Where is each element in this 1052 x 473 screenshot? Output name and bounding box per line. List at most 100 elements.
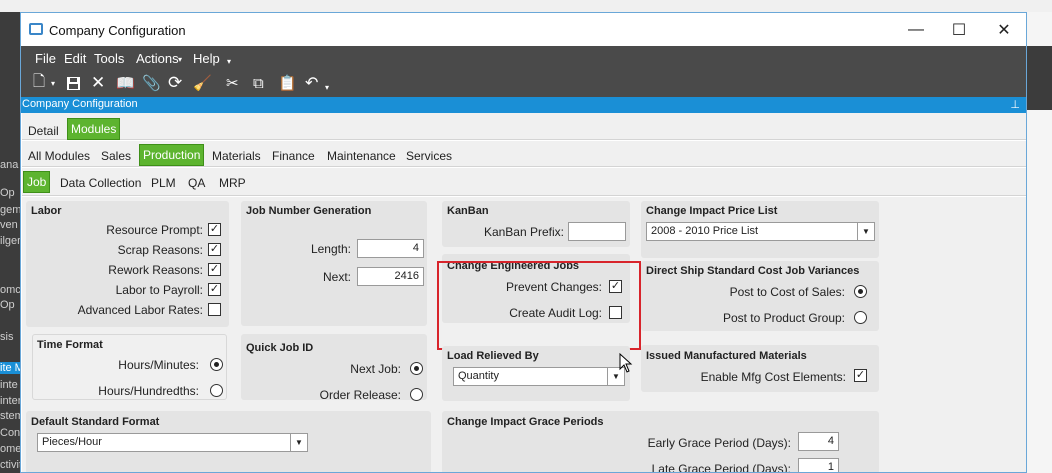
early-grace-period-label: Early Grace Period (Days): (647, 436, 791, 450)
tab-plm[interactable]: PLM (151, 176, 176, 190)
cut-icon[interactable]: ✂ (226, 74, 239, 92)
menu-edit[interactable]: Edit (64, 51, 86, 66)
time-format-title: Time Format (37, 339, 103, 351)
menu-help[interactable]: Help (193, 51, 220, 66)
default-standard-format-group: Default Standard Format Pieces/Hour ▼ (26, 411, 431, 472)
price-list-select[interactable]: 2008 - 2010 Price List ▼ (646, 222, 875, 241)
undo-dropdown-icon[interactable]: ▾ (325, 78, 329, 96)
bg-text: ana (0, 159, 19, 171)
tab-finance[interactable]: Finance (272, 149, 315, 163)
kanban-prefix-input[interactable] (568, 222, 626, 241)
quick-job-id-title: Quick Job ID (246, 342, 314, 354)
labor-group: Labor Resource Prompt: ✓ Scrap Reasons: … (26, 201, 229, 327)
early-grace-period-input[interactable]: 4 (798, 432, 839, 451)
load-relieved-by-group: Load Relieved By Quantity ▼ (442, 346, 630, 401)
length-label: Length: (310, 242, 351, 256)
grace-periods-group: Change Impact Grace Periods Early Grace … (442, 411, 879, 473)
bg-text: Op (0, 299, 15, 311)
quick-job-id-group: Quick Job ID Next Job: Order Release: (241, 334, 427, 402)
tab-materials[interactable]: Materials (212, 149, 261, 163)
paste-icon[interactable]: 📋 (278, 74, 297, 92)
top-tab-row: Detail Modules (22, 113, 1026, 140)
rework-reasons-checkbox[interactable]: ✓ (208, 263, 221, 276)
window-titlebar[interactable]: Company Configuration — ☐ ✕ (21, 13, 1026, 46)
time-format-group: Time Format Hours/Minutes: Hours/Hundred… (32, 334, 227, 400)
kanban-title: KanBan (447, 205, 489, 217)
bg-text: gem (0, 204, 20, 216)
menu-file[interactable]: File (35, 51, 56, 66)
resource-prompt-checkbox[interactable]: ✓ (208, 223, 221, 236)
bg-text: ilger (0, 235, 20, 247)
menu-help-caret-icon: ▾ (227, 57, 232, 66)
minimize-button[interactable]: — (896, 17, 936, 43)
late-grace-period-input[interactable]: 1 (798, 458, 839, 472)
labor-title: Labor (31, 205, 62, 217)
maximize-button[interactable]: ☐ (939, 17, 979, 43)
menu-actions[interactable]: Actions (136, 51, 179, 66)
late-grace-period-label: Late Grace Period (Days): (651, 462, 791, 473)
tab-production[interactable]: Production (139, 144, 205, 166)
book-icon[interactable]: 📖 (116, 74, 135, 92)
new-dropdown-icon[interactable]: ▾ (51, 74, 55, 92)
hours-minutes-radio[interactable] (210, 358, 223, 371)
tab-modules[interactable]: Modules (67, 118, 121, 140)
tab-mrp[interactable]: MRP (219, 176, 246, 190)
labor-to-payroll-checkbox[interactable]: ✓ (208, 283, 221, 296)
hours-hundredths-label: Hours/Hundredths: (98, 384, 199, 398)
load-relieved-by-select[interactable]: Quantity ▼ (453, 367, 625, 386)
post-to-product-group-label: Post to Product Group: (722, 311, 845, 325)
job-settings-panel: Labor Resource Prompt: ✓ Scrap Reasons: … (22, 197, 1026, 473)
pin-icon[interactable]: ⊥ (1010, 98, 1020, 111)
copy-icon[interactable]: ⧉ (253, 74, 264, 92)
modules-tab-row: All Modules Sales Production Materials F… (22, 141, 1026, 167)
grace-periods-title: Change Impact Grace Periods (447, 416, 604, 428)
next-label: Next: (322, 270, 351, 284)
default-standard-format-select[interactable]: Pieces/Hour ▼ (37, 433, 308, 452)
highlight-box (437, 261, 641, 350)
bg-text: omc (0, 284, 20, 296)
post-to-cost-of-sales-radio[interactable] (854, 285, 867, 298)
direct-ship-variances-title: Direct Ship Standard Cost Job Variances (646, 265, 860, 277)
menu-tools[interactable]: Tools (94, 51, 124, 66)
clear-icon[interactable]: 🧹 (193, 74, 212, 92)
undo-icon[interactable]: ↶ (305, 74, 318, 92)
tab-detail[interactable]: Detail (28, 124, 59, 138)
tab-sales[interactable]: Sales (101, 149, 131, 163)
attach-icon[interactable]: 📎 (142, 74, 161, 92)
save-icon[interactable] (66, 74, 81, 92)
next-input[interactable]: 2416 (357, 267, 424, 286)
tab-job[interactable]: Job (23, 171, 51, 193)
load-relieved-by-title: Load Relieved By (447, 350, 539, 362)
tab-services[interactable]: Services (406, 149, 452, 163)
tab-qa[interactable]: QA (188, 176, 205, 190)
order-release-radio[interactable] (410, 388, 423, 401)
delete-icon[interactable]: ✕ (91, 73, 105, 92)
hours-hundredths-radio[interactable] (210, 384, 223, 397)
production-tab-row: Job Data Collection PLM QA MRP (22, 168, 1026, 196)
close-button[interactable]: ✕ (984, 17, 1024, 43)
issued-manufactured-materials-group: Issued Manufactured Materials Enable Mfg… (641, 345, 879, 392)
scrap-reasons-checkbox[interactable]: ✓ (208, 243, 221, 256)
next-job-radio[interactable] (410, 362, 423, 375)
bg-text: stem (0, 410, 20, 422)
price-list-value: 2008 - 2010 Price List (651, 225, 759, 237)
order-release-label: Order Release: (319, 388, 401, 402)
menu-actions-caret-icon: ▾ (178, 55, 183, 64)
rework-reasons-label: Rework Reasons: (108, 263, 203, 277)
tab-data-collection[interactable]: Data Collection (60, 176, 141, 190)
post-to-product-group-radio[interactable] (854, 311, 867, 324)
length-input[interactable]: 4 (357, 239, 424, 258)
chevron-down-icon[interactable]: ▼ (857, 223, 874, 240)
bg-text: Op (0, 187, 15, 199)
bg-text-selected: ite M (0, 362, 20, 374)
app-icon (29, 23, 43, 35)
background-app-sidebar: ana Op gem ven ilger omc Op sis ite M in… (0, 12, 20, 473)
tab-maintenance[interactable]: Maintenance (327, 149, 396, 163)
advanced-labor-rates-checkbox[interactable] (208, 303, 221, 316)
window-title: Company Configuration (49, 23, 186, 38)
new-icon[interactable]: 🗋 (33, 73, 45, 92)
chevron-down-icon[interactable]: ▼ (290, 434, 307, 451)
refresh-icon[interactable]: ⟳ (168, 73, 182, 92)
tab-all-modules[interactable]: All Modules (28, 149, 90, 163)
enable-mfg-cost-elements-checkbox[interactable]: ✓ (854, 369, 867, 382)
